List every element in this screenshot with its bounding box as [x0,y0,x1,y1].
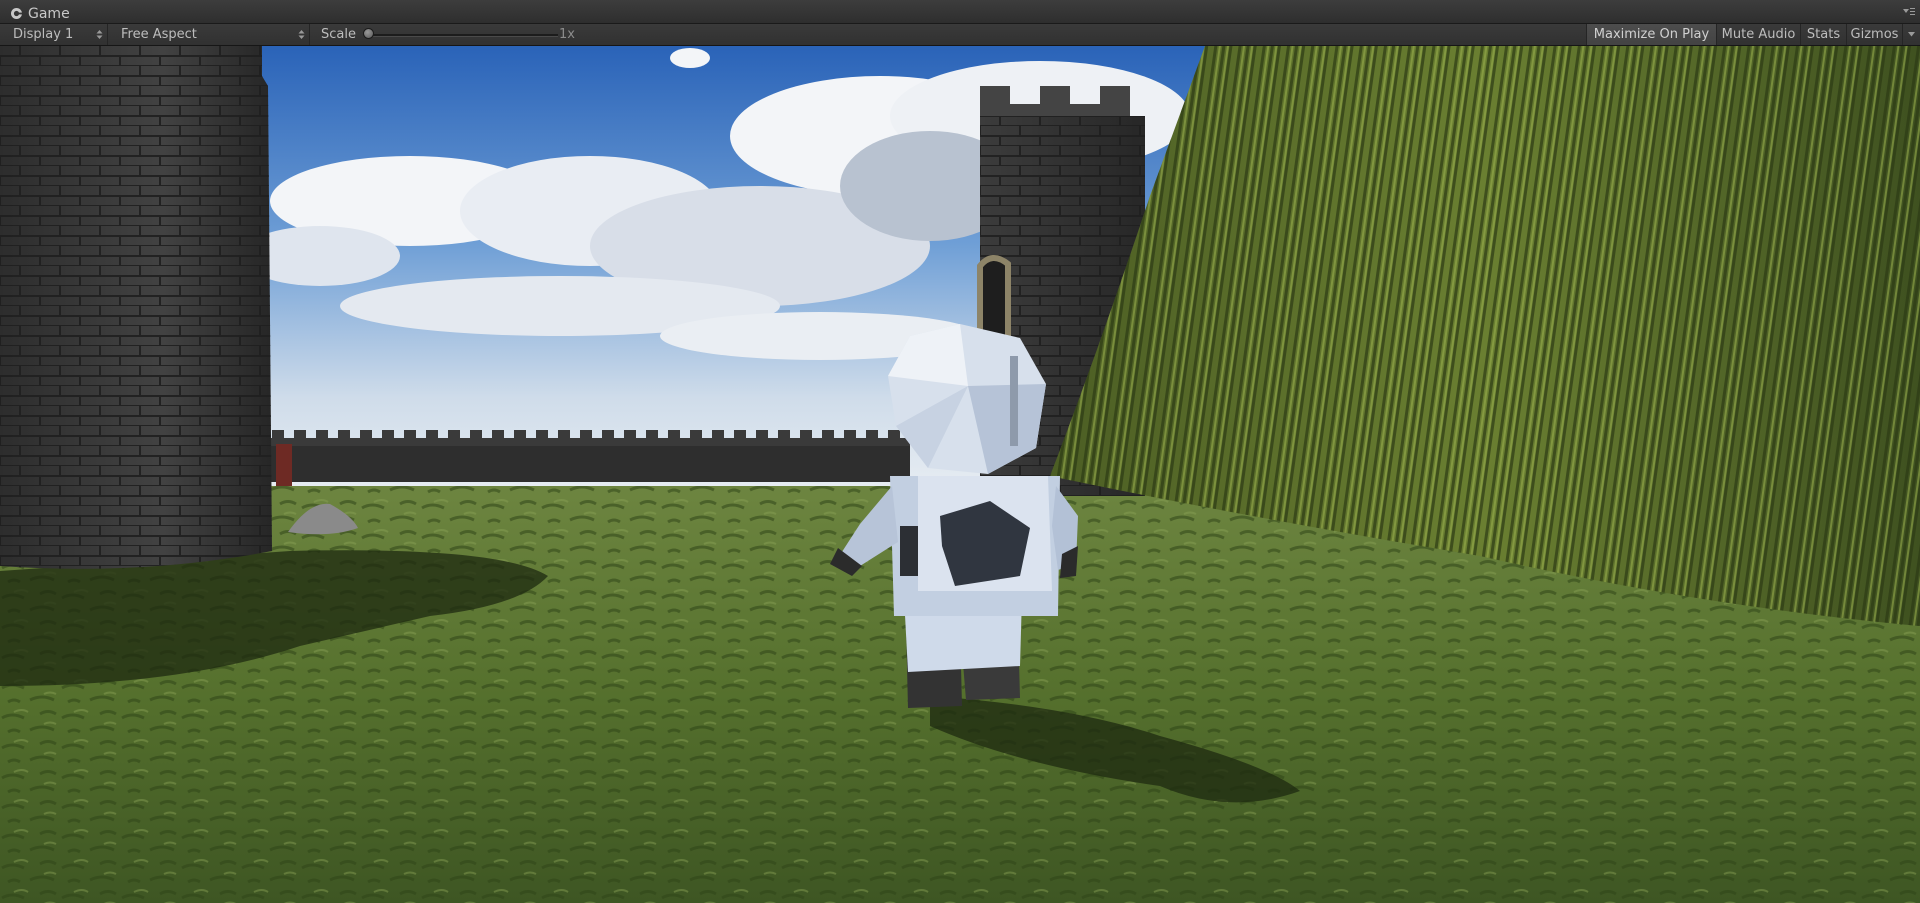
wall-merlon [778,430,790,439]
wall-merlon [316,430,328,439]
mute-audio-label: Mute Audio [1721,27,1796,42]
window-tab-bar: Game [0,0,1920,24]
wall-merlon [272,430,284,439]
castle-wall [270,438,910,482]
wall-merlon [294,430,306,439]
maximize-on-play-label: Maximize On Play [1593,27,1710,42]
game-view-toolbar: Display 1 Free Aspect Scale 1x Maximize … [0,24,1920,46]
scale-label: Scale [321,27,356,42]
wall-merlon [382,430,394,439]
aspect-dropdown-label: Free Aspect [121,27,197,42]
game-controller-icon [10,7,23,20]
scale-value: 1x [559,27,575,42]
wall-merlon [536,430,548,439]
wall-merlon [492,430,504,439]
red-banner [276,444,292,490]
maximize-on-play-toggle[interactable]: Maximize On Play [1586,24,1716,45]
stats-label: Stats [1806,27,1841,42]
wall-merlon [404,430,416,439]
mute-audio-toggle[interactable]: Mute Audio [1716,24,1800,45]
wall-merlon [800,430,812,439]
gizmos-dropdown[interactable] [1902,24,1920,45]
wall-merlon [624,430,636,439]
display-dropdown[interactable]: Display 1 [0,24,108,45]
wall-merlon [448,430,460,439]
wall-merlon [690,430,702,439]
wall-merlon [866,430,878,439]
wall-merlon [822,430,834,439]
wall-merlon [360,430,372,439]
left-stone-tower [0,46,272,569]
dropdown-arrows-icon [96,29,103,40]
dropdown-arrows-icon [298,29,305,40]
game-viewport[interactable] [0,46,1920,903]
tab-context-menu-icon[interactable] [1898,4,1916,18]
wall-merlon [470,430,482,439]
gizmos-label: Gizmos [1850,27,1899,42]
tab-game-label: Game [28,5,70,22]
wall-merlon [712,430,724,439]
gizmos-toggle[interactable]: Gizmos [1846,24,1902,45]
dropdown-arrow-icon [1908,32,1915,37]
scale-control: Scale 1x [310,24,580,45]
aspect-dropdown[interactable]: Free Aspect [108,24,310,45]
unity-game-window: Game Display 1 Free Aspect Scale 1x Maxi… [0,0,1920,903]
wall-merlon [580,430,592,439]
wall-merlon [844,430,856,439]
wall-merlon [668,430,680,439]
game-scene [0,46,1920,903]
scale-slider-track[interactable] [368,34,558,37]
wall-merlon [888,430,900,439]
display-dropdown-label: Display 1 [13,27,74,42]
wall-merlon [602,430,614,439]
wall-merlon [646,430,658,439]
wall-merlon [426,430,438,439]
wall-merlon [734,430,746,439]
tab-game[interactable]: Game [0,3,84,24]
stats-toggle[interactable]: Stats [1800,24,1846,45]
wall-merlon [514,430,526,439]
wall-merlon [756,430,768,439]
wall-merlon [338,430,350,439]
wall-merlon [558,430,570,439]
scale-slider-thumb[interactable] [363,28,374,39]
